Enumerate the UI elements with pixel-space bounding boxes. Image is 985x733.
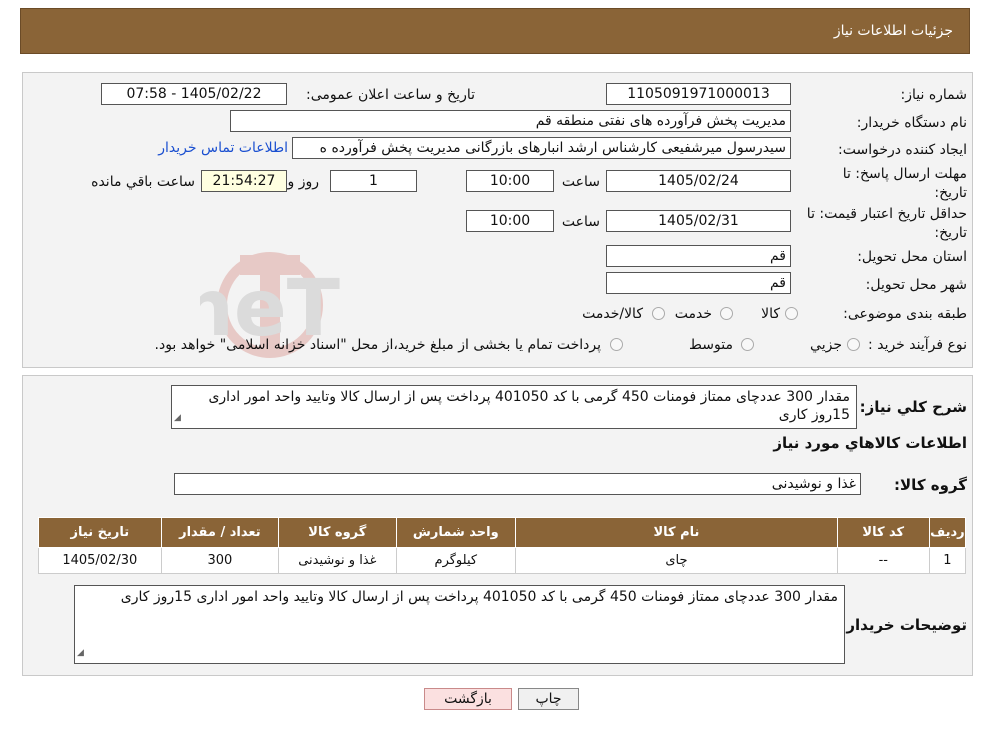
buyer-contact-link[interactable]: اطلاعات تماس خریدار	[158, 140, 288, 156]
print-button[interactable]: چاپ	[518, 688, 579, 710]
announce-field[interactable]: 1405/02/22 - 07:58	[101, 83, 287, 105]
validity-time-field[interactable]: 10:00	[466, 210, 554, 232]
buyer-notes-text: مقدار 300 عددچای ممتاز فومنات 450 گرمی ب…	[120, 589, 838, 605]
items-table: رديف کد کالا نام کالا واحد شمارش گروه کا…	[38, 517, 967, 574]
city-field[interactable]: قم	[606, 272, 791, 294]
category-service-radio[interactable]	[720, 307, 733, 320]
need-number-label: شماره نیاز:	[900, 87, 968, 103]
description-label: شرح کلي نياز:	[859, 398, 967, 416]
remaining-label: ساعت باقي مانده	[91, 174, 195, 190]
deadline-time-field[interactable]: 10:00	[466, 170, 554, 192]
cell-date: 1405/02/30	[38, 547, 162, 574]
process-note: پرداخت تمام یا بخشی از مبلغ خرید،از محل …	[154, 337, 601, 353]
validity-label-line1: حداقل تاریخ اعتبار قیمت: تا	[806, 206, 967, 222]
category-both-radio[interactable]	[652, 307, 665, 320]
col-row: رديف	[928, 517, 967, 548]
category-service-label: خدمت	[674, 306, 712, 322]
col-unit: واحد شمارش	[395, 517, 517, 548]
creator-label: ایجاد کننده درخواست:	[838, 142, 967, 158]
city-label: شهر محل تحویل:	[865, 277, 967, 293]
cell-name: چای	[515, 547, 838, 574]
deadline-time-label: ساعت	[561, 174, 600, 190]
process-minor-radio[interactable]	[847, 338, 860, 351]
col-group: گروه کالا	[278, 517, 397, 548]
deadline-label-line1: مهلت ارسال پاسخ: تا	[842, 166, 967, 182]
cell-group: غذا و نوشیدنی	[278, 547, 397, 574]
col-qty: تعداد / مقدار	[160, 517, 280, 548]
need-number-field[interactable]: 1105091971000013	[606, 83, 791, 105]
process-label: نوع فرآیند خرید :	[868, 337, 967, 353]
col-name: نام کالا	[515, 517, 838, 548]
description-text: مقدار 300 عددچای ممتاز فومنات 450 گرمی ب…	[208, 389, 850, 423]
buyer-notes-textarea[interactable]: مقدار 300 عددچای ممتاز فومنات 450 گرمی ب…	[74, 585, 845, 664]
cell-code: --	[836, 547, 930, 574]
buyer-field[interactable]: مدیریت پخش فرآورده های نفتی منطقه قم	[230, 110, 791, 132]
back-button[interactable]: بازگشت	[424, 688, 512, 710]
col-date: تاریخ نیاز	[38, 517, 162, 548]
page-title: جزئیات اطلاعات نیاز	[833, 23, 953, 39]
table-row[interactable]: 1 -- چای کیلوگرم غذا و نوشیدنی 300 1405/…	[38, 547, 967, 574]
category-goods-label: کالا	[761, 306, 780, 322]
cell-qty: 300	[160, 547, 280, 574]
buyer-notes-label: توضیحات خریدار:	[840, 616, 967, 634]
days-label: روز و	[287, 174, 320, 190]
resize-grip-icon[interactable]: ◢	[77, 644, 84, 662]
validity-time-label: ساعت	[561, 214, 600, 230]
category-label: طبقه بندی موضوعی:	[843, 306, 967, 322]
process-medium-radio[interactable]	[741, 338, 754, 351]
announce-label: تاریخ و ساعت اعلان عمومی:	[306, 87, 475, 103]
validity-date-field[interactable]: 1405/02/31	[606, 210, 791, 232]
category-goods-radio[interactable]	[785, 307, 798, 320]
process-treasury-radio[interactable]	[610, 338, 623, 351]
remaining-time-field: 21:54:27	[201, 170, 287, 192]
deadline-label-line2: تاریخ:	[934, 185, 967, 201]
process-minor-label: جزيي	[810, 337, 842, 353]
province-field[interactable]: قم	[606, 245, 791, 267]
creator-field[interactable]: سیدرسول میرشفیعی کارشناس ارشد انبارهای ب…	[292, 137, 791, 159]
process-medium-label: متوسط	[689, 337, 733, 353]
items-section-title: اطلاعات کالاهاي مورد نياز	[773, 434, 967, 452]
cell-row: 1	[928, 547, 967, 574]
table-header-row: رديف کد کالا نام کالا واحد شمارش گروه کا…	[38, 517, 967, 548]
goods-group-label: گروه کالا:	[894, 476, 967, 494]
col-code: کد کالا	[836, 517, 930, 548]
resize-grip-icon[interactable]: ◢	[174, 409, 181, 427]
category-both-label: کالا/خدمت	[582, 306, 643, 322]
description-textarea[interactable]: مقدار 300 عددچای ممتاز فومنات 450 گرمی ب…	[171, 385, 857, 429]
remaining-days-field[interactable]: 1	[330, 170, 417, 192]
deadline-date-field[interactable]: 1405/02/24	[606, 170, 791, 192]
province-label: استان محل تحویل:	[857, 249, 967, 265]
buyer-label: نام دستگاه خریدار:	[856, 115, 967, 131]
page-header: جزئیات اطلاعات نیاز	[20, 8, 970, 54]
cell-unit: کیلوگرم	[395, 547, 517, 574]
goods-group-field[interactable]: غذا و نوشیدنی	[174, 473, 861, 495]
validity-label-line2: تاریخ:	[934, 225, 967, 241]
